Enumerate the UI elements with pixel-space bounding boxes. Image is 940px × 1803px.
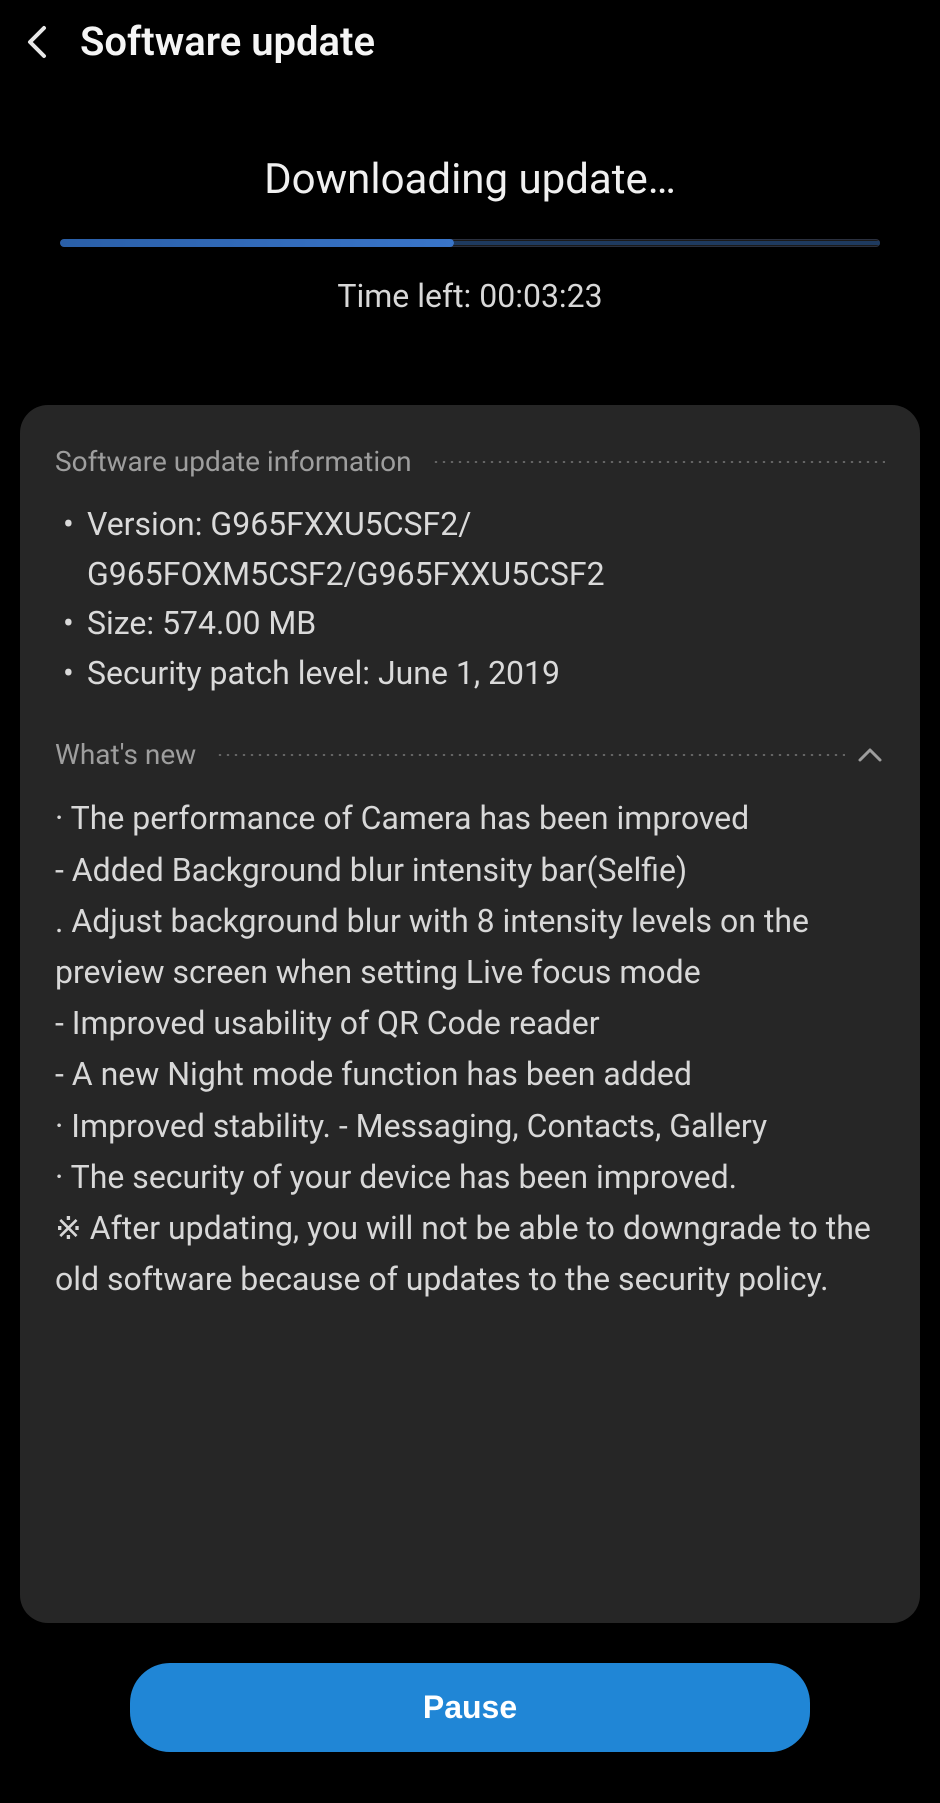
progress-track bbox=[454, 241, 880, 245]
info-version: Version: G965FXXU5CSF2/ G965FOXM5CSF2/G9… bbox=[55, 500, 885, 599]
dots-divider bbox=[216, 754, 845, 756]
whats-new-line: - Improved usability of QR Code reader bbox=[55, 998, 885, 1049]
whats-new-line: · Improved stability. - Messaging, Conta… bbox=[55, 1101, 885, 1152]
whats-new-header[interactable]: What's new bbox=[55, 738, 885, 771]
info-card: Software update information Version: G96… bbox=[20, 405, 920, 1623]
button-bar: Pause bbox=[0, 1633, 940, 1782]
whats-new-line: - A new Night mode function has been add… bbox=[55, 1049, 885, 1100]
whats-new-line: - Added Background blur intensity bar(Se… bbox=[55, 845, 885, 896]
info-section-title: Software update information bbox=[55, 445, 412, 478]
whats-new-content: · The performance of Camera has been imp… bbox=[55, 793, 885, 1305]
info-security: Security patch level: June 1, 2019 bbox=[55, 649, 885, 699]
dots-divider bbox=[432, 461, 885, 463]
whats-new-title: What's new bbox=[55, 738, 196, 771]
progress-bar bbox=[60, 239, 880, 247]
chevron-up-icon[interactable] bbox=[855, 740, 885, 770]
download-section: Downloading update… Time left: 00:03:23 bbox=[0, 95, 940, 395]
whats-new-line: · The performance of Camera has been imp… bbox=[55, 793, 885, 844]
back-icon[interactable] bbox=[20, 26, 52, 58]
info-section-header: Software update information bbox=[55, 445, 885, 478]
pause-button[interactable]: Pause bbox=[130, 1663, 810, 1752]
info-size: Size: 574.00 MB bbox=[55, 599, 885, 649]
page-title: Software update bbox=[80, 18, 375, 65]
whats-new-line: ※ After updating, you will not be able t… bbox=[55, 1203, 885, 1305]
download-status-title: Downloading update… bbox=[60, 155, 880, 204]
whats-new-line: . Adjust background blur with 8 intensit… bbox=[55, 896, 885, 998]
time-left-label: Time left: 00:03:23 bbox=[60, 277, 880, 315]
header-bar: Software update bbox=[0, 0, 940, 95]
whats-new-line: · The security of your device has been i… bbox=[55, 1152, 885, 1203]
progress-fill bbox=[60, 239, 454, 247]
info-list: Version: G965FXXU5CSF2/ G965FOXM5CSF2/G9… bbox=[55, 500, 885, 698]
